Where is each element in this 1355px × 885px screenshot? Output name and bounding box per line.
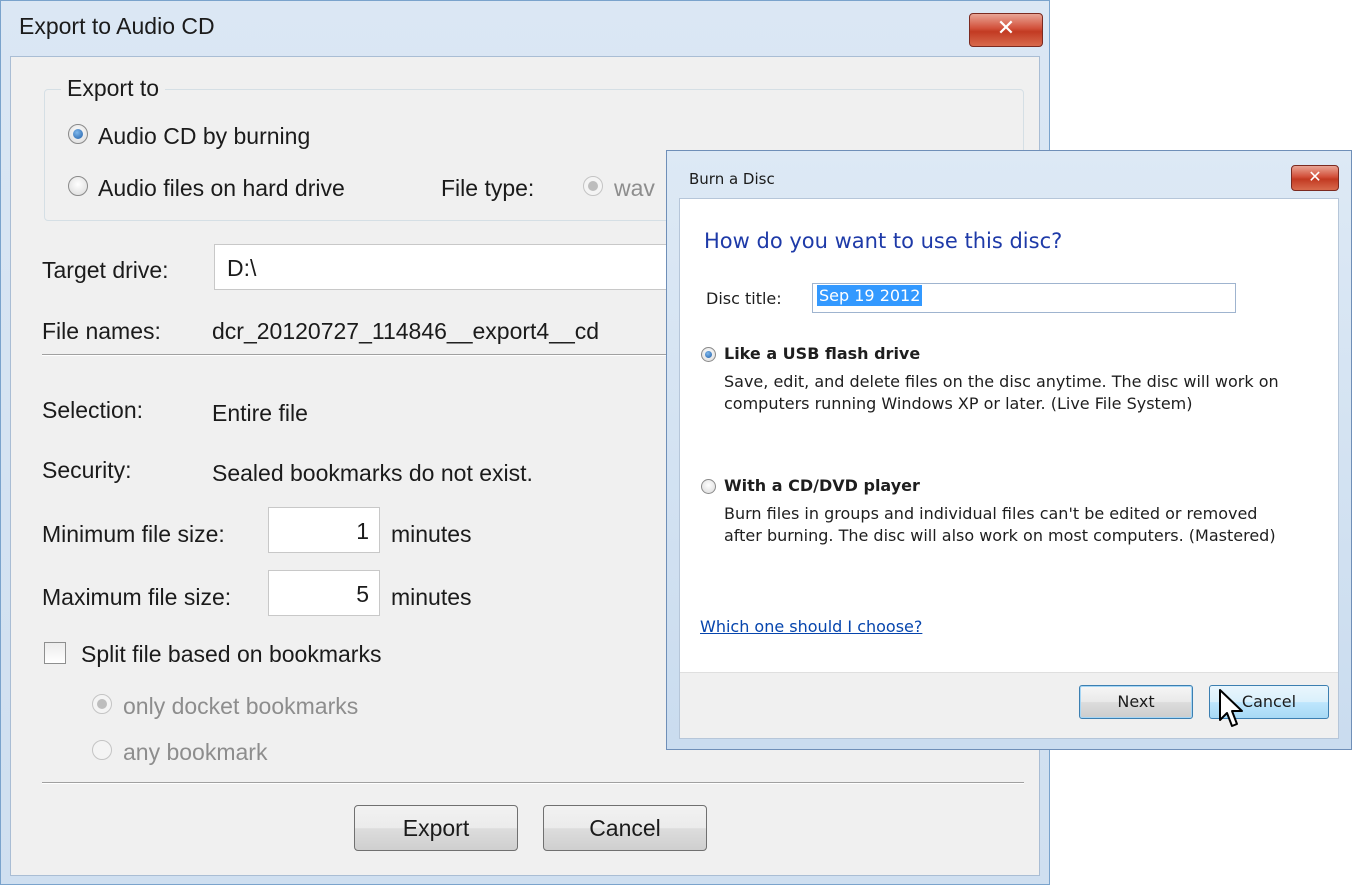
radio-usb-flash[interactable] — [701, 347, 716, 362]
radio-only-docket[interactable] — [92, 694, 112, 714]
mouse-pointer-icon — [1219, 689, 1243, 727]
selection-label: Selection: — [42, 397, 144, 423]
radio-audio-files[interactable] — [68, 176, 88, 196]
close-icon: ✕ — [996, 16, 1016, 41]
security-label: Security: — [42, 457, 132, 483]
export-dialog-close-button[interactable]: ✕ — [969, 13, 1043, 47]
export-dialog-title: Export to Audio CD — [19, 13, 215, 39]
min-size-label: Minimum file size: — [42, 521, 225, 547]
selection-value: Entire file — [212, 400, 308, 426]
cd-dvd-desc: Burn files in groups and individual file… — [724, 504, 1276, 545]
radio-cd-dvd-player[interactable] — [701, 479, 716, 494]
security-value: Sealed bookmarks do not exist. — [212, 460, 533, 486]
burn-dialog-title: Burn a Disc — [689, 170, 775, 188]
max-size-unit: minutes — [391, 584, 472, 610]
only-docket-label[interactable]: only docket bookmarks — [123, 693, 358, 720]
next-button[interactable]: Next — [1079, 685, 1193, 719]
separator-bottom — [42, 782, 1024, 784]
disc-title-field[interactable]: Sep 19 2012 — [812, 283, 1236, 313]
split-checkbox[interactable] — [44, 642, 66, 664]
disc-title-value: Sep 19 2012 — [817, 285, 923, 306]
usb-flash-label[interactable]: Like a USB flash drive — [724, 344, 920, 363]
export-button[interactable]: Export — [354, 805, 518, 851]
max-size-label: Maximum file size: — [42, 584, 232, 610]
export-cancel-button[interactable]: Cancel — [543, 805, 707, 851]
file-type-label: File type: — [441, 175, 535, 201]
audio-files-label[interactable]: Audio files on hard drive — [98, 175, 345, 202]
usb-flash-desc: Save, edit, and delete files on the disc… — [724, 372, 1279, 413]
burn-disc-dialog: Burn a Disc ✕ How do you want to use thi… — [666, 150, 1352, 750]
close-icon: ✕ — [1308, 167, 1322, 186]
min-size-unit: minutes — [391, 521, 472, 547]
burn-dialog-body: How do you want to use this disc? Disc t… — [679, 198, 1339, 739]
cd-dvd-label[interactable]: With a CD/DVD player — [724, 476, 920, 495]
radio-any-bookmark[interactable] — [92, 740, 112, 760]
any-bookmark-label[interactable]: any bookmark — [123, 739, 267, 766]
export-to-label: Export to — [61, 75, 166, 102]
radio-file-type-wav[interactable] — [583, 176, 603, 196]
help-link[interactable]: Which one should I choose? — [700, 617, 922, 636]
file-type-wav-label[interactable]: wav — [614, 175, 655, 202]
file-names-label: File names: — [42, 318, 161, 344]
target-drive-label: Target drive: — [42, 257, 169, 283]
burn-heading: How do you want to use this disc? — [704, 229, 1063, 253]
disc-title-label: Disc title: — [706, 289, 782, 308]
audio-cd-label[interactable]: Audio CD by burning — [98, 123, 310, 150]
radio-audio-cd[interactable] — [68, 124, 88, 144]
max-size-field[interactable]: 5 — [268, 570, 380, 616]
split-label[interactable]: Split file based on bookmarks — [81, 641, 381, 668]
min-size-field[interactable]: 1 — [268, 507, 380, 553]
burn-dialog-close-button[interactable]: ✕ — [1291, 165, 1339, 191]
file-names-value: dcr_20120727_114846__export4__cd — [212, 318, 600, 344]
